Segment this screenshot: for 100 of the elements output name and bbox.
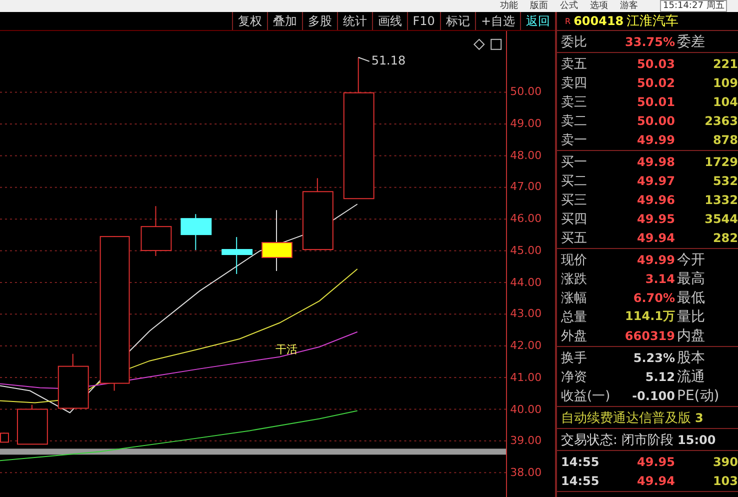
- quote-value: 3.14: [644, 272, 675, 286]
- quote-label: 外盘: [561, 328, 588, 344]
- candlestick: [180, 214, 212, 251]
- quote-extra: 1332: [704, 192, 738, 206]
- quote-value: 50.03: [636, 56, 675, 70]
- quote-value: 50.00: [636, 114, 675, 128]
- quote-value: 50.02: [636, 76, 675, 90]
- menu-item[interactable]: 功能: [500, 0, 518, 12]
- quote-extra: 委差: [676, 32, 706, 50]
- axis-label: 41.00: [510, 370, 542, 386]
- quote-value: 49.97: [636, 174, 675, 188]
- stock-code: 600418: [574, 14, 624, 28]
- tick-time: 14:55: [561, 454, 600, 468]
- quote-extra: 221: [712, 56, 738, 70]
- axis-label: 47.00: [510, 179, 542, 196]
- quote-value: -0.100: [631, 388, 675, 402]
- high-price-label: 51.18: [371, 53, 406, 68]
- quote-value: 49.98: [636, 154, 675, 168]
- quote-extra: 109: [712, 76, 738, 90]
- axis-label: 38.00: [510, 465, 542, 481]
- axis-label: 48.00: [510, 148, 542, 164]
- leader-line: [358, 56, 370, 62]
- menu-item[interactable]: 游客: [620, 0, 638, 12]
- quote-value: 49.94: [636, 230, 675, 244]
- tick-volume: 103: [712, 474, 738, 488]
- clock-text: 15:14:27 周五: [660, 0, 728, 12]
- quote-value: 49.99: [636, 252, 675, 266]
- axis-label: 49.00: [510, 116, 542, 132]
- quote-value: 660319: [624, 328, 675, 342]
- axis-label: 45.00: [510, 242, 542, 259]
- quote-label: 换手: [561, 350, 588, 366]
- quote-label: 买一: [561, 154, 588, 170]
- market-label: R: [565, 16, 571, 26]
- quote-label: 委比: [561, 34, 588, 50]
- quote-extra: 流通: [676, 368, 706, 386]
- quote-extra: 3544: [704, 212, 738, 226]
- quote-label: 卖五: [561, 56, 588, 72]
- quote-value: 49.99: [636, 132, 675, 146]
- tick-time: 14:55: [561, 474, 600, 488]
- quote-label: 买二: [561, 172, 588, 190]
- quote-extra: 最低: [676, 288, 706, 306]
- tick-price: 49.94: [636, 474, 675, 488]
- quote-extra: 532: [712, 174, 738, 188]
- quote-label: 总量: [561, 308, 588, 326]
- quote-value: 49.96: [636, 192, 675, 206]
- quote-extra: 878: [712, 132, 738, 146]
- quote-extra: 内盘: [676, 326, 706, 344]
- quote-extra: 股本: [676, 348, 706, 366]
- tick-price: 49.95: [636, 454, 675, 468]
- trade-status: 交易状态: 闭市阶段: [561, 432, 674, 448]
- quote-extra: 2363: [704, 114, 738, 128]
- axis-label: 44.00: [510, 274, 542, 290]
- menu-item[interactable]: 公式: [560, 0, 578, 12]
- quote-label: 卖四: [561, 74, 588, 92]
- quote-label: 净资: [561, 368, 588, 386]
- quote-label: 收益(一): [561, 388, 612, 404]
- quote-extra: 1729: [704, 154, 738, 168]
- axis-label: 39.00: [510, 433, 542, 450]
- menu-item[interactable]: 选项: [590, 0, 608, 12]
- quote-label: 买三: [561, 192, 588, 208]
- quote-label: 买五: [561, 230, 588, 246]
- quote-extra: 今开: [676, 250, 706, 268]
- candlestick: [262, 210, 292, 272]
- quote-label: 卖二: [561, 112, 588, 130]
- quote-value: 5.23%: [632, 350, 675, 364]
- axis-label: 43.00: [510, 306, 542, 322]
- indicator-label: 干活: [276, 342, 298, 356]
- axis-label: 50.00: [510, 84, 542, 100]
- quote-value: 5.12: [644, 370, 675, 384]
- quote-label: 买四: [561, 210, 588, 228]
- quote-extra: PE(动): [676, 386, 720, 404]
- status-time: 15:00: [678, 432, 716, 446]
- menu-item[interactable]: 版面: [530, 0, 548, 12]
- candlestick: [222, 236, 253, 274]
- candlestick: [16, 404, 48, 445]
- quote-extra: 104: [712, 94, 738, 108]
- candlestick: [58, 353, 89, 409]
- quote-extra: 最高: [676, 270, 706, 288]
- quote-label: 卖一: [561, 132, 588, 148]
- quote-value: 114.1万: [624, 308, 675, 325]
- quote-extra: 282: [712, 230, 738, 244]
- quote-label: 涨幅: [561, 290, 588, 306]
- quote-extra: 量比: [676, 308, 706, 326]
- promo-link[interactable]: 自动续费通达信普及版: [561, 408, 691, 426]
- diamond-icon[interactable]: [473, 38, 485, 50]
- promo-suffix: 3: [695, 410, 704, 424]
- axis-label: 42.00: [510, 338, 542, 354]
- tick-volume: 390: [712, 454, 738, 468]
- quote-label: 涨跌: [561, 270, 588, 288]
- axis-label: 46.00: [510, 211, 542, 227]
- quote-label: 卖三: [561, 94, 588, 110]
- stock-name: 江淮汽车: [626, 13, 679, 30]
- quote-value: 33.75%: [624, 34, 675, 48]
- quote-value: 6.70%: [632, 290, 675, 304]
- quote-value: 49.95: [636, 212, 675, 226]
- candlestick: [140, 206, 172, 257]
- axis-label: 40.00: [510, 402, 542, 418]
- panel-toggle-icon[interactable]: [490, 38, 502, 50]
- quote-label: 现价: [561, 252, 588, 268]
- quote-value: 50.01: [636, 94, 675, 108]
